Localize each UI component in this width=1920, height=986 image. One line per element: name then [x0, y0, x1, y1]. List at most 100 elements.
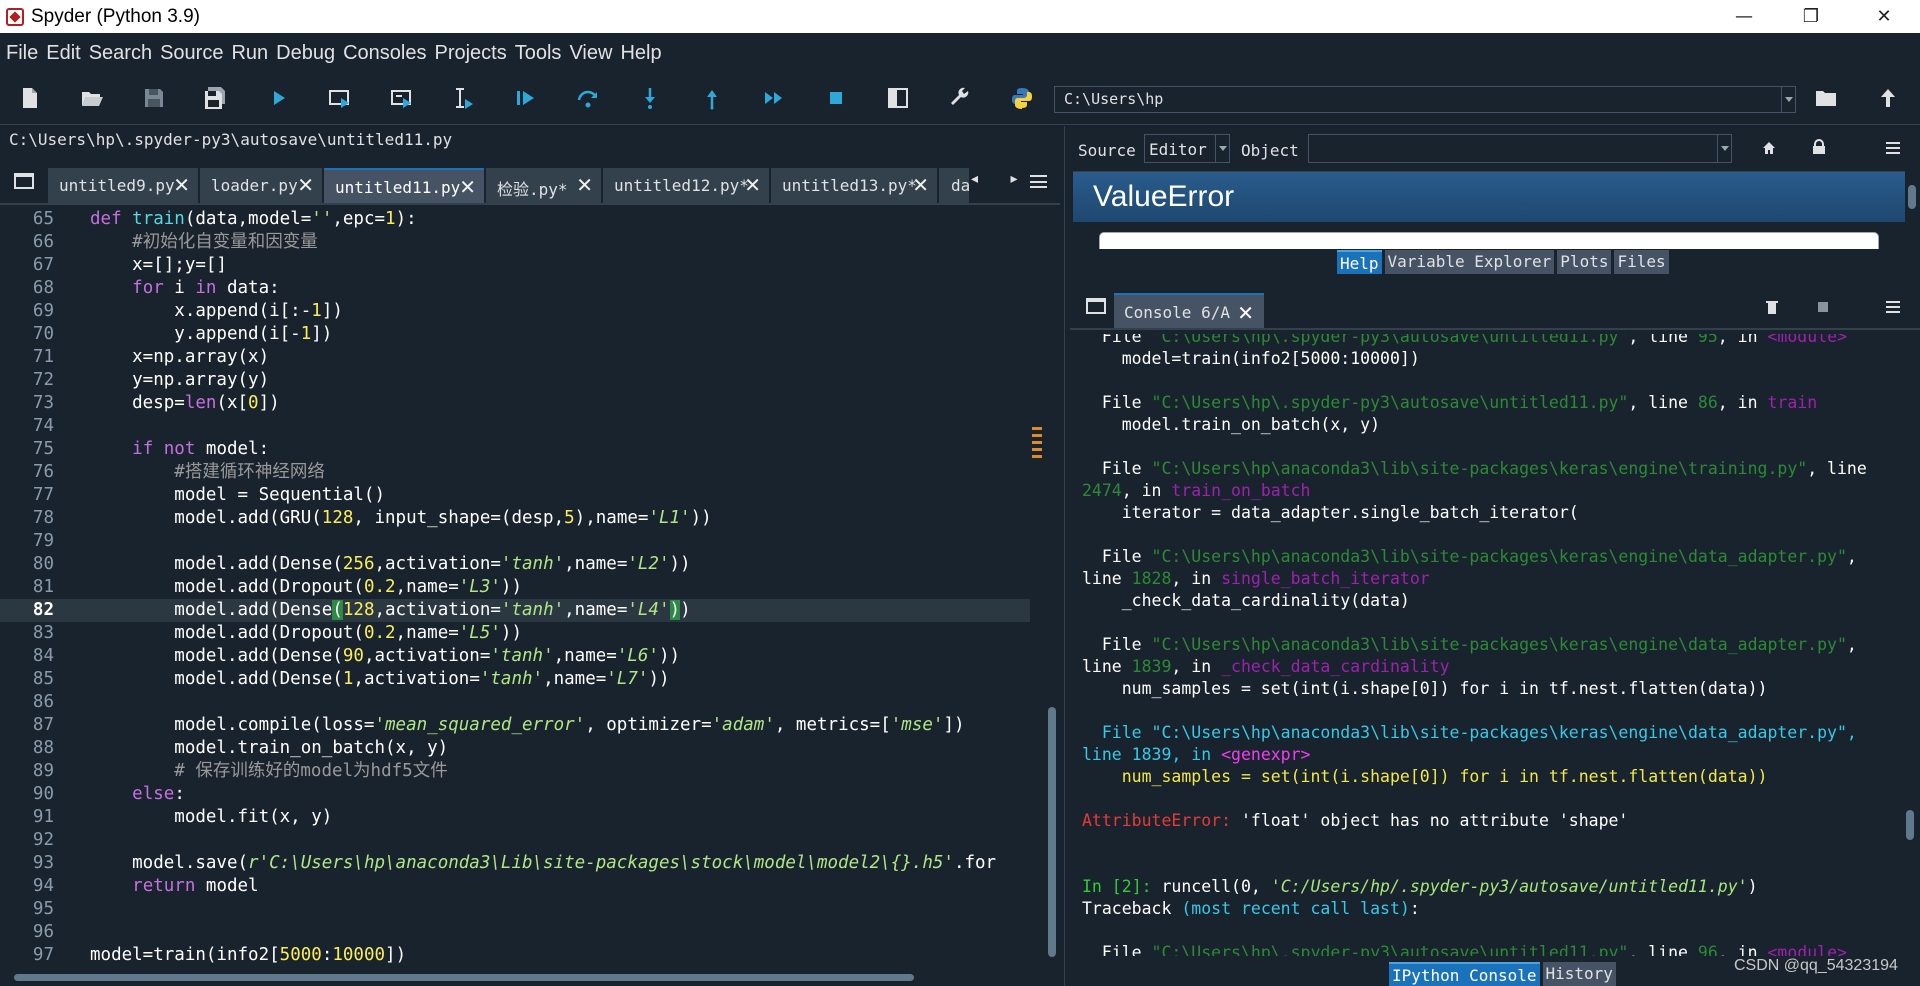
run-icon[interactable]: [267, 86, 291, 110]
menu-consoles[interactable]: Consoles: [343, 42, 426, 65]
tab-scroll-arrows[interactable]: ◂ ▸: [971, 171, 1032, 187]
tab-label: untitled9.py: [59, 176, 175, 195]
code-editor[interactable]: 65 def train(data,model='',epc=1): 66 #初始…: [0, 207, 1045, 969]
maximize-pane-icon[interactable]: [886, 86, 910, 110]
menu-source[interactable]: Source: [160, 42, 223, 65]
close-tab-icon[interactable]: ✕: [744, 175, 761, 195]
trash-icon[interactable]: [1766, 300, 1778, 314]
tab-variable-explorer[interactable]: Variable Explorer: [1384, 250, 1555, 274]
tab-plots[interactable]: Plots: [1557, 250, 1612, 274]
tab-untitled11[interactable]: untitled11.py ✕: [324, 168, 484, 203]
spyder-logo-icon: [6, 8, 24, 26]
working-directory-dropdown[interactable]: [1781, 87, 1795, 112]
tab-jianyan[interactable]: 检验.py* ✕: [486, 168, 601, 203]
tab-loader[interactable]: loader.py ✕: [200, 168, 322, 203]
current-line: 82 model.add(Dense(128,activation='tanh'…: [0, 599, 1030, 622]
working-directory-value: C:\Users\hp: [1064, 90, 1164, 108]
object-input[interactable]: [1308, 134, 1732, 163]
window-title: Spyder (Python 3.9): [31, 6, 200, 27]
help-heading-banner: ValueError: [1073, 172, 1905, 222]
browse-consoles-icon[interactable]: [1086, 298, 1106, 314]
object-dropdown[interactable]: [1717, 135, 1731, 162]
run-cell-advance-icon[interactable]: [390, 86, 414, 110]
new-file-icon[interactable]: [18, 86, 42, 110]
interrupt-kernel-icon[interactable]: [1818, 302, 1828, 312]
help-pane-tabs: Help Variable Explorer Plots Files: [1337, 250, 1672, 274]
stop-icon[interactable]: [824, 86, 848, 110]
browse-tabs-icon[interactable]: [14, 173, 34, 189]
lock-icon[interactable]: [1812, 139, 1826, 155]
parent-directory-icon[interactable]: [1876, 86, 1900, 110]
help-scrollbar[interactable]: [1906, 171, 1918, 249]
close-tab-icon[interactable]: ✕: [297, 175, 314, 195]
browse-folder-icon[interactable]: [1814, 86, 1838, 110]
tab-console[interactable]: Console 6/A ✕: [1114, 293, 1264, 328]
close-tab-icon[interactable]: ✕: [173, 175, 190, 195]
save-icon[interactable]: [142, 86, 166, 110]
console-options-menu-icon[interactable]: [1886, 301, 1900, 313]
menu-file[interactable]: File: [6, 42, 38, 65]
maximize-button[interactable]: ❐: [1779, 0, 1843, 33]
menu-run[interactable]: Run: [231, 42, 268, 65]
menu-edit[interactable]: Edit: [46, 42, 80, 65]
help-options-menu-icon[interactable]: [1886, 142, 1900, 154]
run-cell-icon[interactable]: [328, 86, 352, 110]
python-icon[interactable]: [1010, 86, 1034, 110]
tab-ipython-console[interactable]: IPython Console: [1389, 962, 1540, 986]
continue-icon[interactable]: [762, 86, 786, 110]
tab-label: untitled12.py*: [614, 176, 749, 195]
close-tab-icon[interactable]: ✕: [459, 177, 476, 197]
console-scrollbar[interactable]: [1904, 334, 1916, 959]
save-all-icon[interactable]: [203, 86, 227, 110]
editor-options-menu-icon[interactable]: [1030, 175, 1047, 188]
editor-vertical-scrollbar[interactable]: [1046, 207, 1058, 969]
tab-untitled9[interactable]: untitled9.py ✕: [48, 168, 198, 203]
step-return-icon[interactable]: [700, 86, 724, 110]
minimize-button[interactable]: —: [1712, 0, 1776, 33]
tab-files[interactable]: Files: [1614, 250, 1669, 274]
source-select[interactable]: Editor: [1144, 134, 1230, 163]
source-label: Source: [1078, 141, 1136, 160]
wrench-icon[interactable]: [948, 86, 972, 110]
tab-label: untitled13.py*: [782, 176, 917, 195]
tab-da[interactable]: da: [939, 168, 969, 203]
warning-flags: [1032, 427, 1042, 461]
menu-view[interactable]: View: [569, 42, 612, 65]
tab-history[interactable]: History: [1542, 962, 1616, 986]
editor-tab-bar: untitled9.py ✕ loader.py ✕ untitled11.py ✕ …: [0, 163, 1060, 205]
console-pane: Console 6/A ✕ File "C:\Users\hp\.spyder-p…: [1070, 284, 1920, 986]
console-header: Console 6/A ✕: [1070, 284, 1920, 330]
open-file-icon[interactable]: [80, 86, 104, 110]
close-console-icon[interactable]: ✕: [1237, 301, 1254, 325]
menu-projects[interactable]: Projects: [434, 42, 506, 65]
run-selection-icon[interactable]: [452, 86, 476, 110]
editor-file-path: C:\Users\hp\.spyder-py3\autosave\untitle…: [9, 130, 453, 149]
close-tab-icon[interactable]: ✕: [576, 175, 593, 195]
source-dropdown[interactable]: [1215, 135, 1229, 162]
console-output[interactable]: File "C:\Users\hp\.spyder-py3\autosave\u…: [1082, 334, 1900, 956]
title-bar: Spyder (Python 3.9) — ❐ ✕: [0, 0, 1920, 33]
debug-icon[interactable]: [514, 86, 538, 110]
object-label: Object: [1241, 141, 1299, 160]
menu-help[interactable]: Help: [620, 42, 661, 65]
menu-tools[interactable]: Tools: [515, 42, 562, 65]
close-tab-icon[interactable]: ✕: [912, 175, 929, 195]
help-signature-box: [1099, 232, 1879, 249]
menu-search[interactable]: Search: [89, 42, 152, 65]
step-icon[interactable]: [576, 86, 600, 110]
menu-debug[interactable]: Debug: [276, 42, 335, 65]
working-directory-input[interactable]: C:\Users\hp: [1054, 86, 1796, 113]
menu-bar: File Edit Search Source Run Debug Consol…: [0, 33, 1920, 73]
tab-untitled13[interactable]: untitled13.py* ✕: [771, 168, 937, 203]
console-tab-label: Console 6/A: [1124, 303, 1230, 322]
tab-label: 检验.py*: [497, 180, 568, 199]
tab-untitled12[interactable]: untitled12.py* ✕: [603, 168, 769, 203]
editor-horizontal-scrollbar[interactable]: [0, 970, 1045, 984]
editor-pane: C:\Users\hp\.spyder-py3\autosave\untitle…: [0, 126, 1060, 986]
home-icon[interactable]: [1761, 140, 1777, 156]
source-select-value: Editor: [1149, 140, 1207, 159]
tab-label: da: [951, 176, 969, 195]
close-window-button[interactable]: ✕: [1852, 0, 1916, 33]
tab-help[interactable]: Help: [1337, 250, 1382, 274]
step-into-icon[interactable]: [638, 86, 662, 110]
